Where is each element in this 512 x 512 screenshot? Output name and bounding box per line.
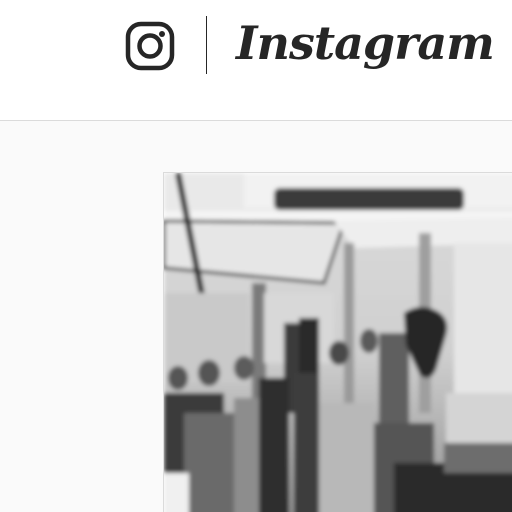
instagram-wordmark[interactable]: Instagram — [236, 8, 495, 88]
feed — [0, 121, 512, 512]
instagram-camera-icon[interactable] — [124, 20, 176, 72]
nav-divider — [206, 16, 207, 74]
post-photo[interactable] — [164, 173, 512, 512]
post-card — [163, 172, 512, 512]
page: Instagram — [0, 0, 512, 512]
top-navigation-bar: Instagram — [0, 0, 512, 121]
